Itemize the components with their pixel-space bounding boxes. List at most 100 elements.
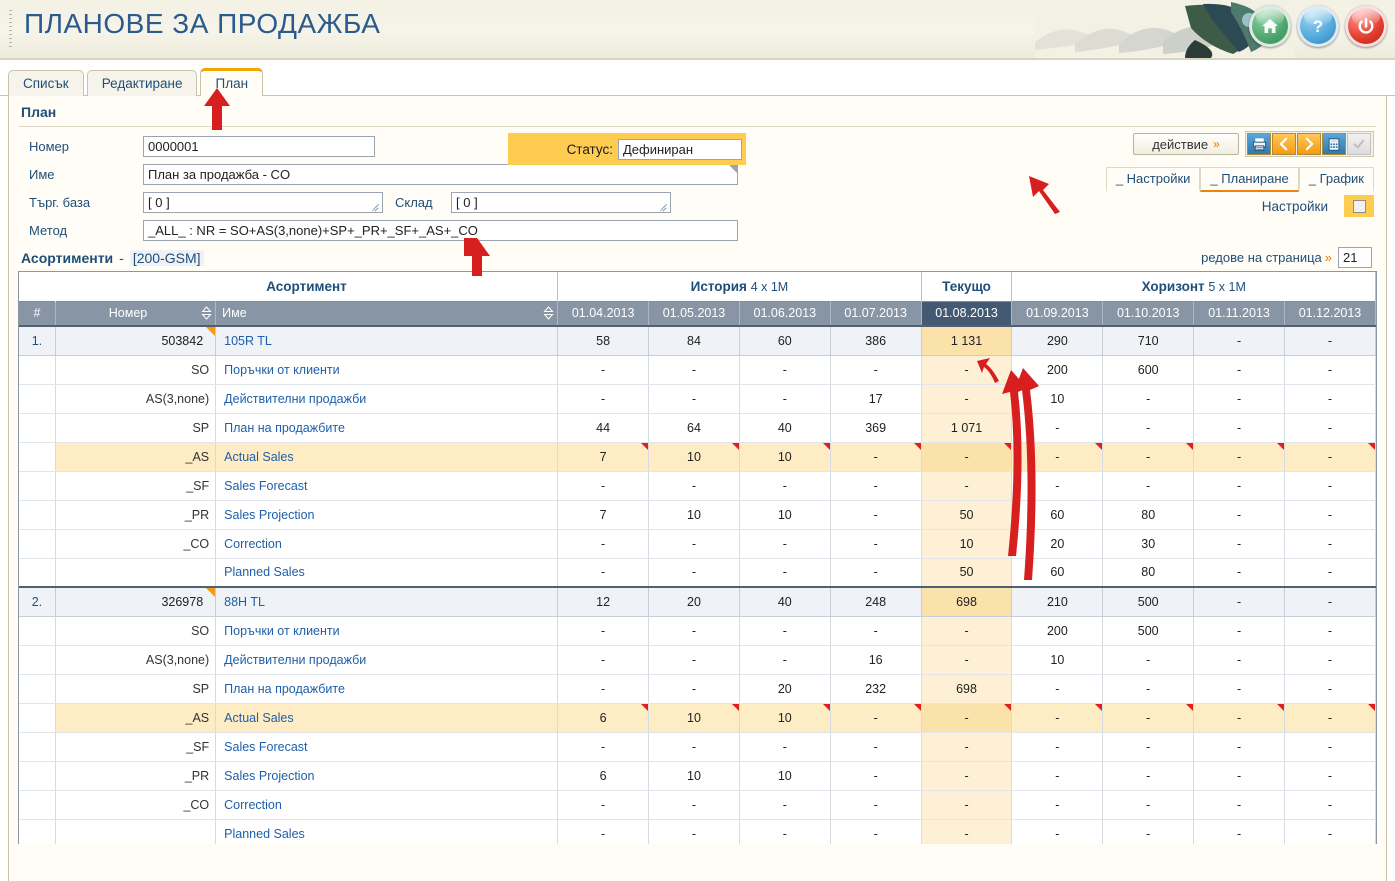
subrow-value[interactable]: 7 [557, 442, 650, 472]
power-button[interactable] [1345, 5, 1387, 47]
subrow-value[interactable]: 10 [648, 500, 740, 530]
subrow-value[interactable]: - [1011, 790, 1104, 820]
tab-spisak[interactable]: Списък [8, 70, 84, 96]
row-value[interactable]: 386 [830, 325, 922, 356]
metod-input[interactable]: _ALL_ : NR = SO+AS(3,none)+SP+_PR+_SF+_A… [143, 219, 738, 241]
subrow-value[interactable]: - [830, 355, 922, 385]
subrow-value[interactable]: - [830, 761, 922, 791]
subrow-value[interactable]: - [648, 674, 740, 704]
column-header-name[interactable]: Име [215, 300, 559, 326]
subrow-value[interactable]: - [921, 442, 1013, 472]
subrow-value[interactable]: - [557, 529, 650, 559]
subrow-name[interactable]: Sales Projection [215, 500, 559, 530]
subrow-value[interactable]: - [830, 529, 922, 559]
subrow-value[interactable]: - [1102, 703, 1195, 733]
subrow-name[interactable]: Correction [215, 529, 559, 559]
subrow-value[interactable]: 6 [557, 703, 650, 733]
subrow-name[interactable]: Sales Forecast [215, 471, 559, 501]
subrow-value[interactable]: - [739, 471, 831, 501]
subrow-value[interactable]: - [557, 558, 650, 588]
subrow-value[interactable]: - [557, 790, 650, 820]
subrow-name[interactable]: Действителни продажби [215, 384, 559, 414]
subrow-name[interactable]: План на продажбите [215, 674, 559, 704]
subrow-value[interactable]: - [1284, 703, 1376, 733]
subrow-value[interactable]: 50 [921, 500, 1013, 530]
row-value[interactable]: 698 [921, 586, 1013, 617]
subrow-value[interactable]: 40 [739, 413, 831, 443]
column-header-period[interactable]: 01.06.2013 [739, 300, 831, 326]
subrow-value[interactable]: - [557, 471, 650, 501]
column-header-period[interactable]: 01.04.2013 [557, 300, 650, 326]
subrow-value[interactable]: - [830, 732, 922, 762]
settings-checkbox[interactable] [1344, 195, 1374, 217]
subrow-value[interactable]: - [1011, 703, 1104, 733]
table-subrow[interactable]: SP План на продажбите - -20 232 698- - - - [19, 674, 1376, 704]
subrow-value[interactable]: - [1011, 819, 1104, 844]
column-header-period[interactable]: 01.10.2013 [1102, 300, 1195, 326]
sklad-input[interactable]: [ 0 ] [451, 191, 671, 213]
subrow-value[interactable]: 10 [739, 703, 831, 733]
table-subrow[interactable]: _PR Sales Projection 6 10 10- - - - - - [19, 761, 1376, 791]
subrow-value[interactable]: - [1284, 355, 1376, 385]
subrow-value[interactable]: - [830, 703, 922, 733]
subrow-value[interactable]: - [1193, 413, 1285, 443]
subrow-name[interactable]: Actual Sales [215, 703, 559, 733]
column-header-index[interactable]: # [19, 300, 56, 326]
subrow-value[interactable]: 20 [739, 674, 831, 704]
column-header-period[interactable]: 01.11.2013 [1193, 300, 1285, 326]
subrow-value[interactable]: 50 [921, 558, 1013, 588]
subrow-name[interactable]: Correction [215, 790, 559, 820]
rows-per-page-label[interactable]: редове на страница» [1201, 250, 1332, 265]
subrow-value[interactable]: - [739, 616, 831, 646]
subrow-value[interactable]: 16 [830, 645, 922, 675]
subrow-value[interactable]: - [830, 790, 922, 820]
subrow-value[interactable]: - [648, 645, 740, 675]
subrow-value[interactable]: - [1193, 616, 1285, 646]
subrow-value[interactable]: 80 [1102, 558, 1195, 588]
subrow-value[interactable]: - [739, 645, 831, 675]
subrow-value[interactable]: - [1284, 384, 1376, 414]
row-name[interactable]: 105R TL [215, 325, 559, 356]
subrow-value[interactable]: - [1284, 645, 1376, 675]
rows-per-page-input[interactable]: 21 [1338, 247, 1372, 268]
ime-input[interactable]: План за продажба - CO [143, 163, 738, 185]
subrow-value[interactable]: 6 [557, 761, 650, 791]
subrow-value[interactable]: - [648, 558, 740, 588]
tab-redaktirane[interactable]: Редактиране [86, 70, 198, 96]
subrow-value[interactable]: - [739, 355, 831, 385]
subrow-value[interactable]: 60 [1011, 500, 1104, 530]
subrow-value[interactable]: - [1193, 558, 1285, 588]
subrow-value[interactable]: - [648, 355, 740, 385]
home-button[interactable] [1249, 5, 1291, 47]
row-value[interactable]: 710 [1102, 325, 1195, 356]
subrow-value[interactable]: - [739, 558, 831, 588]
subrow-value[interactable]: 369 [830, 413, 922, 443]
subrow-value[interactable]: 10 [648, 703, 740, 733]
subrow-value[interactable]: 44 [557, 413, 650, 443]
subrow-name[interactable]: Sales Forecast [215, 732, 559, 762]
status-value-input[interactable]: Дефиниран [618, 138, 742, 160]
subrow-value[interactable]: 600 [1102, 355, 1195, 385]
row-value[interactable]: - [1284, 325, 1376, 356]
row-value[interactable]: - [1284, 586, 1376, 617]
subrow-value[interactable]: 1 071 [921, 413, 1013, 443]
subrow-value[interactable]: 10 [648, 442, 740, 472]
subrow-value[interactable]: 20 [1011, 529, 1104, 559]
subrow-value[interactable]: - [830, 616, 922, 646]
row-value[interactable]: 84 [648, 325, 740, 356]
subrow-value[interactable]: - [648, 819, 740, 844]
row-value[interactable]: - [1193, 325, 1285, 356]
subrow-value[interactable]: 30 [1102, 529, 1195, 559]
subrow-value[interactable]: - [921, 732, 1013, 762]
table-subrow[interactable]: SO Поръчки от клиенти - - - - -200 500- - [19, 616, 1376, 646]
subrow-name[interactable]: Actual Sales [215, 442, 559, 472]
subrow-value[interactable]: 10 [648, 761, 740, 791]
table-subrow[interactable]: AS(3,none) Действителни продажби - - -16-10-… [19, 645, 1376, 675]
subrow-value[interactable]: - [1193, 471, 1285, 501]
table-subrow[interactable]: SO Поръчки от клиенти - - - - -200 600- - [19, 355, 1376, 385]
tab-plan[interactable]: План [200, 68, 264, 96]
subrow-value[interactable]: - [1193, 442, 1285, 472]
subrow-value[interactable]: - [1193, 645, 1285, 675]
assortment-code[interactable]: [200-GSM] [129, 250, 204, 266]
subrow-name[interactable]: Поръчки от клиенти [215, 355, 559, 385]
